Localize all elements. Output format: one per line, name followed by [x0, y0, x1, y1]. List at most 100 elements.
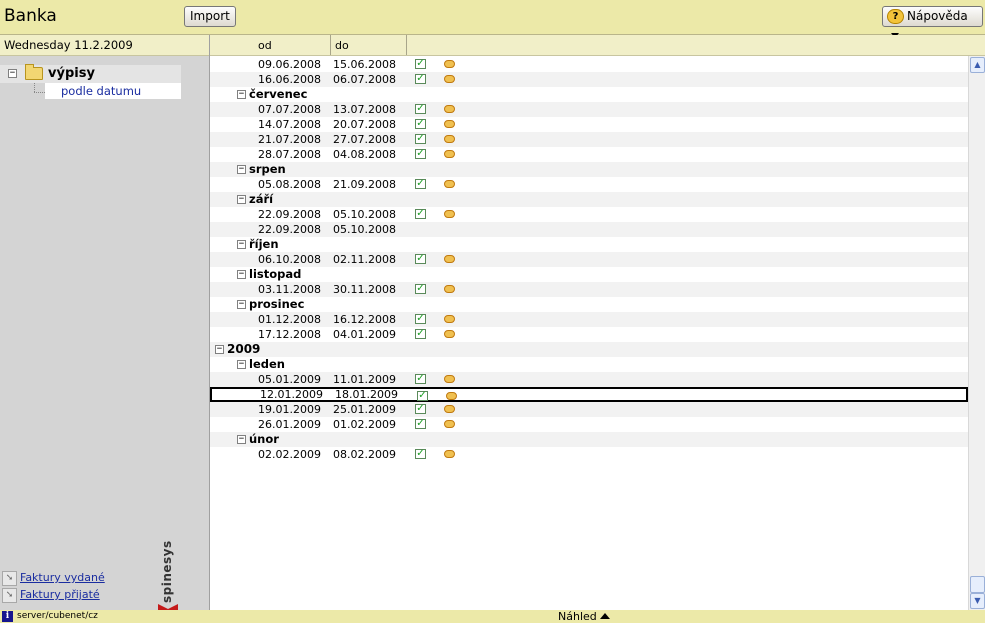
month-group[interactable]: − prosinec [210, 297, 968, 312]
vertical-scrollbar[interactable]: ▲ ▼ [968, 56, 985, 610]
date-from: 26.01.2009 [258, 418, 321, 431]
coins-icon[interactable] [444, 120, 455, 128]
link-faktury-vydane[interactable]: ➘ Faktury vydané [2, 571, 172, 586]
scroll-down-button[interactable]: ▼ [970, 593, 985, 609]
import-button[interactable]: Import [184, 6, 236, 27]
statement-row[interactable]: 09.06.2008 15.06.2008 ✓ [210, 57, 968, 72]
coins-icon[interactable] [444, 405, 455, 413]
check-icon[interactable]: ✓ [417, 391, 428, 401]
statement-row[interactable]: 28.07.2008 04.08.2008 ✓ [210, 147, 968, 162]
help-icon: ? [887, 9, 904, 24]
date-from: 12.01.2009 [260, 388, 323, 401]
link-faktury-prijate[interactable]: ➘ Faktury přijaté [2, 588, 172, 603]
coins-icon[interactable] [444, 150, 455, 158]
month-group[interactable]: − listopad [210, 267, 968, 282]
statement-row[interactable]: 17.12.2008 04.01.2009 ✓ [210, 327, 968, 342]
tree-item-label: podle datumu [61, 84, 142, 98]
collapse-icon[interactable]: − [215, 345, 224, 354]
statement-row[interactable]: 07.07.2008 13.07.2008 ✓ [210, 102, 968, 117]
preview-toggle[interactable]: Náhled [558, 610, 610, 623]
coins-icon[interactable] [444, 420, 455, 428]
coins-icon[interactable] [444, 135, 455, 143]
column-header-od[interactable]: od [254, 35, 331, 55]
date-to: 21.09.2008 [333, 178, 396, 191]
collapse-icon[interactable]: − [237, 240, 246, 249]
coins-icon[interactable] [444, 210, 455, 218]
year-group[interactable]: −2009 [210, 342, 968, 357]
statement-row[interactable]: 01.12.2008 16.12.2008 ✓ [210, 312, 968, 327]
link-label[interactable]: Faktury vydané [20, 571, 105, 584]
check-icon[interactable]: ✓ [415, 134, 426, 144]
link-label[interactable]: Faktury přijaté [20, 588, 100, 601]
month-group[interactable]: − únor [210, 432, 968, 447]
check-icon[interactable]: ✓ [415, 74, 426, 84]
coins-icon[interactable] [444, 285, 455, 293]
statement-row[interactable]: 06.10.2008 02.11.2008 ✓ [210, 252, 968, 267]
month-group[interactable]: − září [210, 192, 968, 207]
statement-row[interactable]: 22.09.2008 05.10.2008 ✓ [210, 207, 968, 222]
month-group[interactable]: − říjen [210, 237, 968, 252]
check-icon[interactable]: ✓ [415, 404, 426, 414]
date-to: 18.01.2009 [335, 388, 398, 401]
month-label: říjen [249, 237, 279, 251]
coins-icon[interactable] [444, 105, 455, 113]
date-to: 06.07.2008 [333, 73, 396, 86]
coins-icon[interactable] [444, 180, 455, 188]
scroll-up-button[interactable]: ▲ [970, 57, 985, 73]
coins-icon[interactable] [444, 75, 455, 83]
collapse-icon[interactable]: − [237, 435, 246, 444]
statement-row[interactable]: 21.07.2008 27.07.2008 ✓ [210, 132, 968, 147]
tree-item-podle-datumu[interactable]: podle datumu [45, 83, 181, 99]
collapse-icon[interactable]: − [237, 300, 246, 309]
collapse-icon[interactable]: − [237, 165, 246, 174]
scroll-thumb[interactable] [970, 576, 985, 593]
statement-row[interactable]: 05.08.2008 21.09.2008 ✓ [210, 177, 968, 192]
month-group[interactable]: − leden [210, 357, 968, 372]
tree-item-vypisy[interactable]: − výpisy [0, 64, 181, 83]
date-to: 05.10.2008 [333, 223, 396, 236]
check-icon[interactable]: ✓ [415, 59, 426, 69]
coins-icon[interactable] [446, 392, 457, 400]
collapse-icon[interactable]: − [237, 360, 246, 369]
statement-row[interactable]: 14.07.2008 20.07.2008 ✓ [210, 117, 968, 132]
statement-row[interactable]: 12.01.2009 18.01.2009 ✓ [210, 387, 968, 402]
statement-row[interactable]: 22.09.2008 05.10.2008 [210, 222, 968, 237]
check-icon[interactable]: ✓ [415, 314, 426, 324]
collapse-icon[interactable]: − [8, 69, 17, 78]
statement-row[interactable]: 02.02.2009 08.02.2009 ✓ [210, 447, 968, 462]
date-to: 08.02.2009 [333, 448, 396, 461]
chevron-up-icon [599, 613, 610, 619]
month-group[interactable]: − červenec [210, 87, 968, 102]
date-to: 25.01.2009 [333, 403, 396, 416]
statement-row[interactable]: 03.11.2008 30.11.2008 ✓ [210, 282, 968, 297]
date-from: 14.07.2008 [258, 118, 321, 131]
collapse-icon[interactable]: − [237, 90, 246, 99]
collapse-icon[interactable]: − [237, 270, 246, 279]
coins-icon[interactable] [444, 255, 455, 263]
coins-icon[interactable] [444, 60, 455, 68]
check-icon[interactable]: ✓ [415, 149, 426, 159]
folder-open-icon [25, 64, 43, 80]
check-icon[interactable]: ✓ [415, 179, 426, 189]
statement-row[interactable]: 05.01.2009 11.01.2009 ✓ [210, 372, 968, 387]
coins-icon[interactable] [444, 330, 455, 338]
check-icon[interactable]: ✓ [415, 329, 426, 339]
column-header-do[interactable]: do [331, 35, 407, 55]
month-group[interactable]: − srpen [210, 162, 968, 177]
statement-row[interactable]: 26.01.2009 01.02.2009 ✓ [210, 417, 968, 432]
check-icon[interactable]: ✓ [415, 284, 426, 294]
coins-icon[interactable] [444, 450, 455, 458]
check-icon[interactable]: ✓ [415, 254, 426, 264]
check-icon[interactable]: ✓ [415, 119, 426, 129]
check-icon[interactable]: ✓ [415, 374, 426, 384]
collapse-icon[interactable]: − [237, 195, 246, 204]
statement-row[interactable]: 16.06.2008 06.07.2008 ✓ [210, 72, 968, 87]
check-icon[interactable]: ✓ [415, 209, 426, 219]
help-button[interactable]: ? Nápověda [882, 6, 983, 38]
statement-row[interactable]: 19.01.2009 25.01.2009 ✓ [210, 402, 968, 417]
coins-icon[interactable] [444, 315, 455, 323]
check-icon[interactable]: ✓ [415, 419, 426, 429]
check-icon[interactable]: ✓ [415, 449, 426, 459]
coins-icon[interactable] [444, 375, 455, 383]
check-icon[interactable]: ✓ [415, 104, 426, 114]
